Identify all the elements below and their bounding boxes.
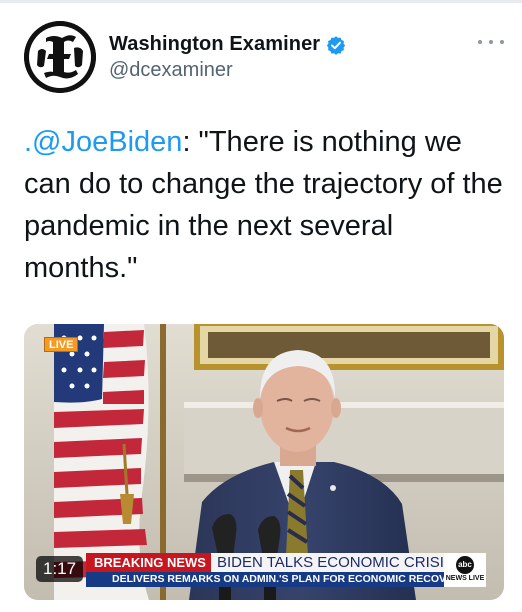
network-live-label: NEWS LIVE <box>445 575 485 582</box>
avatar[interactable] <box>24 21 96 93</box>
news-ticker: BREAKING NEWS BIDEN TALKS ECONOMIC CRISI… <box>86 553 460 572</box>
ticker-headline: BIDEN TALKS ECONOMIC CRISIS <box>210 553 460 572</box>
account-name[interactable]: Washington Examiner <box>109 33 320 56</box>
verified-badge-icon <box>327 35 346 55</box>
more-dot <box>500 40 504 44</box>
washington-examiner-logo-icon <box>24 21 96 93</box>
ticker-subheadline: DELIVERS REMARKS ON ADMIN.'S PLAN FOR EC… <box>86 572 444 587</box>
tweet-card[interactable]: Washington Examiner @dcexaminer .@JoeBid… <box>0 0 522 612</box>
mention-link[interactable]: .@JoeBiden <box>24 126 182 158</box>
more-horizontal-icon <box>478 40 482 44</box>
abc-logo-icon: abc <box>456 556 474 574</box>
tweet-text: .@JoeBiden: "There is nothing we can do … <box>24 121 504 289</box>
more-dot <box>489 40 493 44</box>
network-logo: abc NEWS LIVE <box>444 553 486 587</box>
breaking-news-label: BREAKING NEWS <box>86 553 211 572</box>
account-name-row[interactable]: Washington Examiner <box>109 33 346 56</box>
more-options-button[interactable] <box>478 34 504 50</box>
top-divider <box>0 0 522 3</box>
live-badge: LIVE <box>44 337 79 352</box>
video-duration: 1:17 <box>36 556 84 582</box>
account-handle[interactable]: @dcexaminer <box>109 59 233 82</box>
